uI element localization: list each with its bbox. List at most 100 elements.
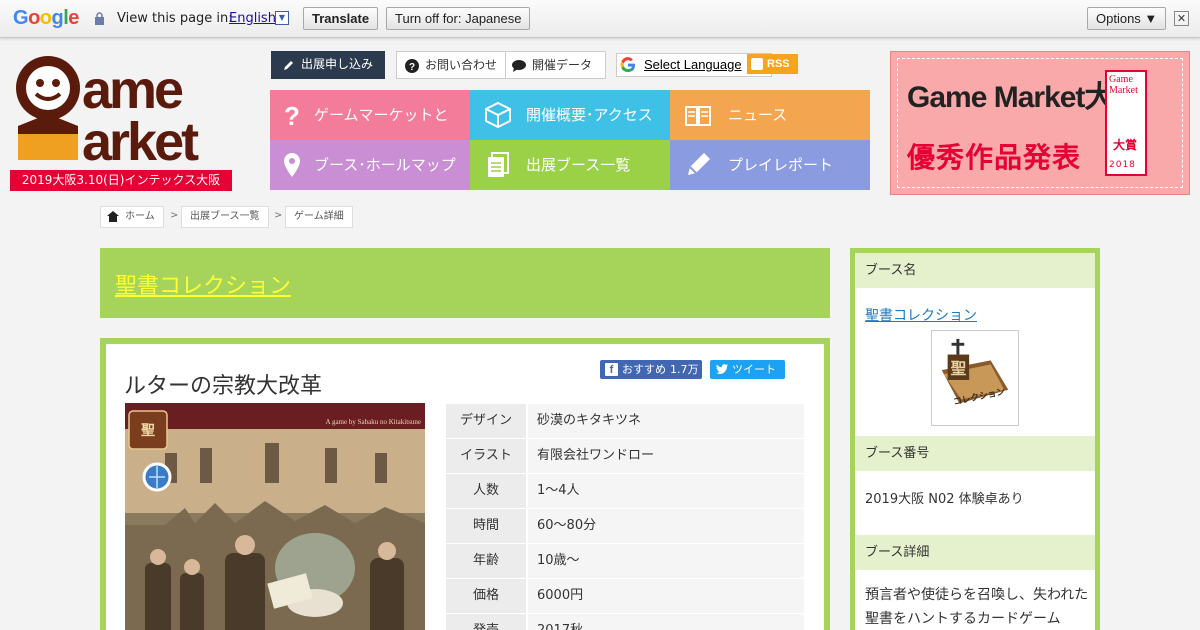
- breadcrumb-separator: >: [274, 210, 283, 221]
- booth-name-header: ブース名: [855, 253, 1095, 288]
- nav-map-label: ブース･ホールマップ: [314, 156, 456, 174]
- facebook-like-label: おすすめ: [622, 363, 666, 376]
- nav-report[interactable]: プレイレポート: [670, 140, 870, 190]
- turn-off-button[interactable]: Turn off for: Japanese: [386, 7, 531, 30]
- booth-name-link[interactable]: 聖書コレクション: [865, 305, 977, 325]
- apply-button[interactable]: 出展申し込み: [271, 51, 385, 79]
- spec-key: 発売: [446, 614, 526, 630]
- award-stamp-mid: 大賞: [1113, 138, 1138, 152]
- facebook-like-count: 1.7万: [670, 363, 699, 376]
- rss-label: RSS: [767, 58, 790, 70]
- home-icon: [107, 211, 119, 222]
- spec-row: 発売 2017秋: [446, 614, 804, 630]
- map-pin-icon: [284, 153, 300, 177]
- game-title: ルターの宗教大改革: [124, 374, 323, 399]
- select-language-label: Select Language: [644, 57, 742, 72]
- language-link[interactable]: English: [229, 11, 276, 26]
- svg-text:?: ?: [409, 62, 415, 73]
- booth-title-box: 聖書コレクション: [100, 248, 830, 318]
- documents-icon: [488, 152, 509, 177]
- spec-value: 2017秋: [528, 614, 804, 630]
- language-dropdown-icon[interactable]: ▼: [275, 11, 289, 25]
- event-data-label: 開催データ: [532, 58, 593, 72]
- svg-text:聖: 聖: [141, 422, 155, 439]
- spec-row: 価格 6000円: [446, 579, 804, 614]
- game-box-art: A game by Sabaku no Kitakitsune 聖: [125, 403, 425, 630]
- game-card-inner: ルターの宗教大改革 f おすすめ 1.7万 ツイート A game by Saba…: [106, 344, 824, 630]
- spec-row: 時間 60～80分: [446, 509, 804, 544]
- game-spec-table: デザイン 砂漠のキタキツネ イラスト 有限会社ワンドロー 人数 1～4人 時間 …: [446, 404, 804, 630]
- book-icon: [685, 106, 711, 126]
- tweet-label: ツイート: [732, 363, 776, 376]
- nav-about[interactable]: ? ゲームマーケットとは？: [270, 90, 470, 174]
- svg-text:聖: 聖: [951, 359, 967, 378]
- svg-text:arket: arket: [82, 112, 199, 168]
- lock-icon: [95, 12, 104, 25]
- rss-button[interactable]: RSS: [747, 54, 798, 74]
- award-stamp: Game Market 大賞 2018: [1105, 70, 1147, 176]
- question-mark-icon: ?: [284, 101, 300, 129]
- nav-map[interactable]: ブース･ホールマップ: [270, 140, 470, 190]
- nav-booths-label: 出展ブース一覧: [526, 156, 631, 174]
- booth-sidebar: ブース名 聖書コレクション 聖 コレクション ブース番号 2019大阪 N02 …: [850, 248, 1100, 630]
- twitter-bird-icon: [716, 364, 728, 374]
- main-nav: ? ゲームマーケットとは？ 開催概要･アクセス ニュース ブース･ホールマップ …: [270, 90, 870, 190]
- contact-label: お問い合わせ: [425, 58, 498, 72]
- options-button[interactable]: Options ▼: [1087, 7, 1167, 30]
- award-banner[interactable]: Game Market 大賞 優秀作品発表 Game Market 大賞 2018: [890, 51, 1190, 195]
- facebook-icon: f: [605, 363, 618, 376]
- breadcrumb-separator: >: [170, 210, 179, 221]
- rss-icon: [751, 58, 763, 70]
- nav-overview[interactable]: 開催概要･アクセス: [470, 90, 670, 140]
- spec-key: 時間: [446, 509, 526, 543]
- box-art-caption: A game by Sabaku no Kitakitsune: [326, 418, 421, 426]
- spec-value: 1～4人: [528, 474, 804, 508]
- booth-title-link[interactable]: 聖書コレクション: [115, 268, 291, 300]
- breadcrumb-booth-list[interactable]: 出展ブース一覧: [181, 206, 269, 228]
- pencil-icon: [284, 60, 293, 70]
- svg-text:ame: ame: [82, 60, 183, 120]
- game-card: ルターの宗教大改革 f おすすめ 1.7万 ツイート A game by Saba…: [100, 338, 830, 630]
- cube-icon: [485, 101, 511, 129]
- nav-report-label: プレイレポート: [728, 156, 834, 174]
- question-icon: ?: [405, 58, 419, 73]
- breadcrumb-home-label: ホーム: [125, 211, 155, 222]
- game-market-logo[interactable]: ame arket: [10, 50, 234, 168]
- spec-row: 人数 1～4人: [446, 474, 804, 509]
- event-date-banner: 2019大阪3.10(日)インテックス大阪: [10, 170, 232, 191]
- nav-news[interactable]: ニュース: [670, 90, 870, 140]
- pen-icon: [688, 153, 710, 175]
- breadcrumb-home[interactable]: ホーム: [100, 206, 164, 228]
- spec-key: イラスト: [446, 439, 526, 473]
- spec-value: 有限会社ワンドロー: [528, 439, 804, 473]
- translate-button[interactable]: Translate: [303, 7, 379, 30]
- booth-logo[interactable]: 聖 コレクション: [931, 330, 1019, 426]
- facebook-like-button[interactable]: f おすすめ 1.7万: [600, 360, 702, 379]
- booth-detail-text: 預言者や使徒らを召喚し、失われた聖書をハントするカードゲーム: [865, 587, 1089, 627]
- tweet-button[interactable]: ツイート: [710, 360, 785, 379]
- breadcrumb-game-detail: ゲーム詳細: [285, 206, 353, 228]
- booth-number: 2019大阪 N02 体験卓あり: [865, 492, 1024, 507]
- spec-row: 年齢 10歳～: [446, 544, 804, 579]
- nav-news-label: ニュース: [728, 106, 788, 124]
- google-logo: Google: [13, 7, 79, 29]
- nav-booths[interactable]: 出展ブース一覧: [470, 140, 670, 190]
- speech-bubble-icon: [512, 59, 526, 72]
- award-banner-subtitle: 優秀作品発表: [907, 141, 1082, 174]
- close-icon[interactable]: ✕: [1174, 11, 1189, 26]
- contact-button[interactable]: ? お問い合わせ: [396, 51, 506, 79]
- event-data-button[interactable]: 開催データ: [506, 51, 606, 79]
- spec-value: 6000円: [528, 579, 804, 613]
- spec-key: 人数: [446, 474, 526, 508]
- spec-row: イラスト 有限会社ワンドロー: [446, 439, 804, 474]
- spec-key: デザイン: [446, 404, 526, 438]
- spec-value: 砂漠のキタキツネ: [528, 404, 804, 438]
- booth-number-header: ブース番号: [855, 436, 1095, 471]
- spec-key: 価格: [446, 579, 526, 613]
- spec-key: 年齢: [446, 544, 526, 578]
- svg-text:?: ?: [284, 101, 300, 129]
- award-stamp-top: Game Market: [1109, 74, 1138, 96]
- spec-value: 60～80分: [528, 509, 804, 543]
- spec-row: デザイン 砂漠のキタキツネ: [446, 404, 804, 439]
- award-stamp-year: 2018: [1109, 160, 1136, 170]
